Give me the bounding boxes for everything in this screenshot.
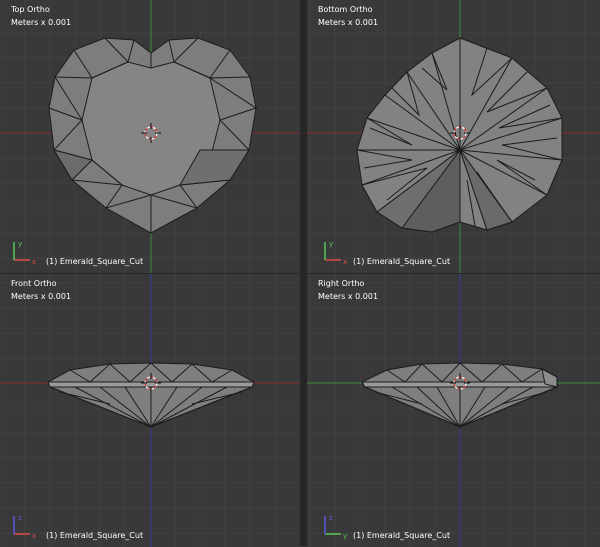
viewport-units: Meters x 0.001 [318, 18, 379, 27]
gizmo-axis-label: y [329, 240, 333, 248]
viewport-title: Bottom Ortho [318, 5, 373, 14]
gizmo-axis-label: x [343, 258, 347, 266]
3d-cursor-icon[interactable] [450, 373, 470, 393]
active-object-label: (1) Emerald_Square_Cut [46, 531, 144, 540]
viewport-units: Meters x 0.001 [11, 18, 72, 27]
viewport-title: Right Ortho [318, 279, 365, 288]
3d-cursor-icon[interactable] [141, 123, 161, 143]
axis-gizmo-icon: y x [324, 240, 347, 266]
3d-cursor-icon[interactable] [450, 123, 470, 143]
axis-gizmo-icon: y x [13, 240, 36, 266]
viewport-right-ortho[interactable]: Right Ortho Meters x 0.001 z y (1) Emera… [307, 274, 600, 547]
viewport-top-ortho[interactable]: Top Ortho Meters x 0.001 y x (1) Emerald… [0, 0, 300, 273]
gizmo-axis-label: z [18, 514, 22, 522]
gizmo-axis-label: z [329, 514, 333, 522]
viewport-bottom-ortho[interactable]: Bottom Ortho Meters x 0.001 y x (1) Emer… [307, 0, 600, 273]
active-object-label: (1) Emerald_Square_Cut [46, 257, 144, 266]
3d-cursor-icon[interactable] [141, 373, 161, 393]
viewport-units: Meters x 0.001 [11, 292, 72, 301]
viewport-title: Top Ortho [11, 5, 50, 14]
gizmo-axis-label: y [343, 532, 347, 540]
active-object-label: (1) Emerald_Square_Cut [353, 531, 451, 540]
axis-gizmo-icon: z x [13, 514, 36, 540]
viewport-splitter-horizontal[interactable] [0, 273, 600, 274]
gizmo-axis-label: x [32, 258, 36, 266]
active-object-label: (1) Emerald_Square_Cut [353, 257, 451, 266]
viewport-front-ortho[interactable]: Front Ortho Meters x 0.001 z x (1) Emera… [0, 274, 300, 547]
axis-gizmo-icon: z y [324, 514, 347, 540]
gizmo-axis-label: x [32, 532, 36, 540]
heart-gem-right-view[interactable] [307, 274, 600, 547]
heart-gem-front-view[interactable] [0, 274, 300, 547]
gizmo-axis-label: y [18, 240, 22, 248]
viewport-units: Meters x 0.001 [318, 292, 379, 301]
viewport-title: Front Ortho [11, 279, 57, 288]
